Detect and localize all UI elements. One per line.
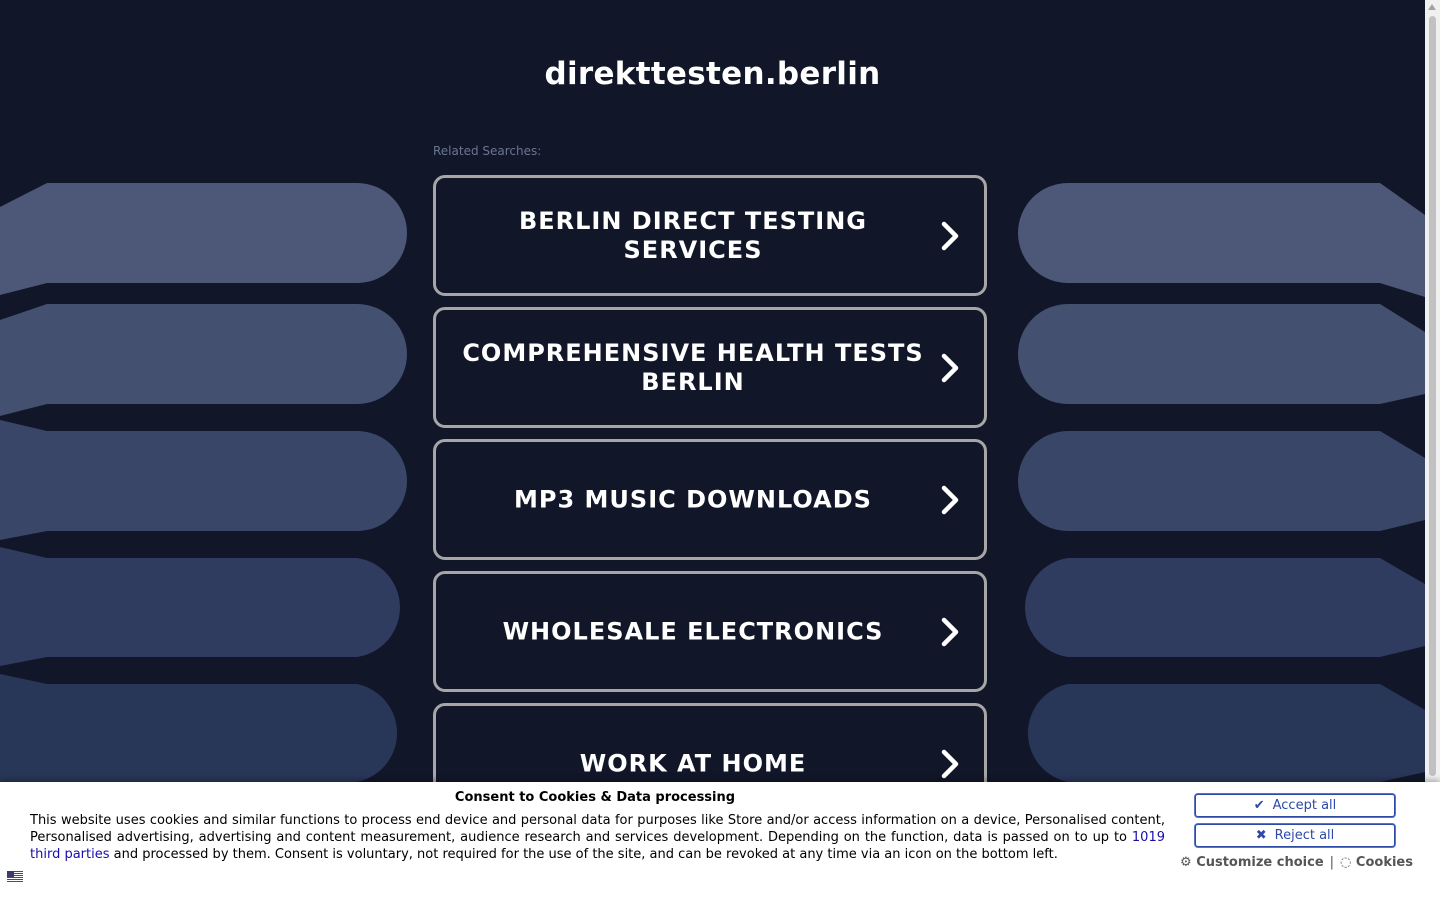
chevron-right-icon bbox=[941, 353, 959, 382]
reject-all-label: Reject all bbox=[1274, 828, 1335, 843]
related-searches-label: Related Searches: bbox=[433, 144, 542, 158]
consent-footer-links: ⚙ Customize choice | ◌ Cookies bbox=[1180, 855, 1420, 870]
chevron-right-icon bbox=[941, 617, 959, 646]
related-link-wholesale-electronics[interactable]: WHOLESALE ELECTRONICS bbox=[433, 571, 987, 692]
chevron-right-icon bbox=[941, 485, 959, 514]
footer-separator: | bbox=[1329, 855, 1335, 870]
customize-choice-label: Customize choice bbox=[1196, 855, 1324, 870]
related-link-mp3-music-downloads[interactable]: MP3 MUSIC DOWNLOADS bbox=[433, 439, 987, 560]
chevron-right-icon bbox=[941, 749, 959, 778]
related-link-label: MP3 MUSIC DOWNLOADS bbox=[514, 485, 872, 513]
consent-text-end: and processed by them. Consent is volunt… bbox=[109, 847, 1058, 862]
x-icon: ✖ bbox=[1255, 828, 1267, 843]
page: direkttesten.berlin Related Searches: BE… bbox=[0, 0, 1425, 900]
site-title: direkttesten.berlin bbox=[544, 56, 881, 92]
cookie-consent-banner: Consent to Cookies & Data processing Thi… bbox=[0, 782, 1440, 900]
related-link-label: COMPREHENSIVE HEALTH TESTS BERLIN bbox=[462, 338, 924, 396]
related-link-berlin-direct-testing[interactable]: BERLIN DIRECT TESTING SERVICES bbox=[433, 175, 987, 296]
related-link-comprehensive-health-tests[interactable]: COMPREHENSIVE HEALTH TESTS BERLIN bbox=[433, 307, 987, 428]
customize-choice-link[interactable]: ⚙ Customize choice bbox=[1180, 855, 1324, 870]
related-link-label: WHOLESALE ELECTRONICS bbox=[502, 617, 884, 645]
accept-all-label: Accept all bbox=[1272, 798, 1337, 813]
scroll-thumb[interactable] bbox=[1429, 16, 1436, 776]
gear-icon: ⚙ bbox=[1180, 855, 1192, 870]
chevron-right-icon bbox=[941, 221, 959, 250]
cookie-icon: ◌ bbox=[1340, 855, 1352, 870]
related-link-label: WORK AT HOME bbox=[579, 749, 807, 777]
check-icon: ✔ bbox=[1253, 798, 1265, 813]
cookies-label: Cookies bbox=[1355, 855, 1413, 870]
us-flag-icon[interactable] bbox=[7, 871, 23, 882]
accept-all-button[interactable]: ✔ Accept all bbox=[1195, 794, 1395, 817]
cookies-link[interactable]: ◌ Cookies bbox=[1340, 855, 1413, 870]
vertical-scrollbar[interactable] bbox=[1425, 0, 1440, 900]
scroll-up-arrow[interactable] bbox=[1428, 4, 1436, 10]
related-link-label: BERLIN DIRECT TESTING SERVICES bbox=[518, 206, 868, 264]
consent-body: This website uses cookies and similar fu… bbox=[30, 812, 1165, 863]
consent-text-start: This website uses cookies and similar fu… bbox=[30, 813, 1165, 845]
reject-all-button[interactable]: ✖ Reject all bbox=[1195, 824, 1395, 847]
consent-title: Consent to Cookies & Data processing bbox=[454, 790, 736, 805]
